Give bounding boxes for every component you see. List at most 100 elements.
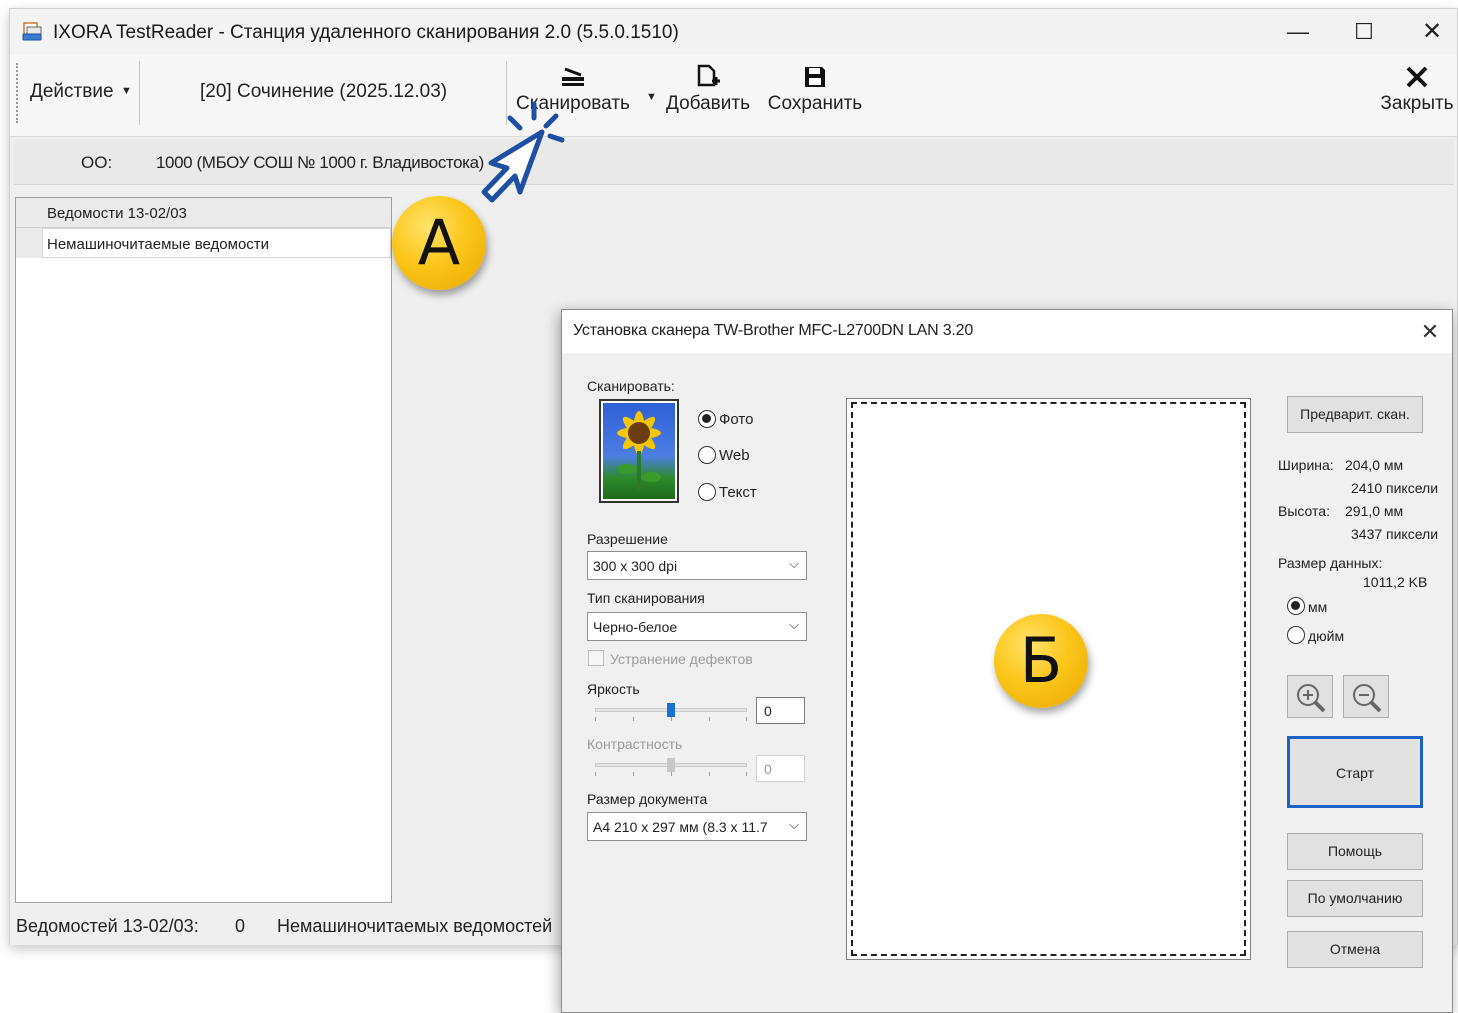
slider-tick [746, 772, 747, 776]
title-bar: IXORA TestReader - Станция удаленного ск… [10, 9, 1457, 55]
chevron-down-icon[interactable]: ▼ [646, 91, 657, 103]
window-title: IXORA TestReader - Станция удаленного ск… [53, 22, 679, 43]
list-item[interactable]: Немашиночитаемые ведомости [42, 228, 391, 258]
annotation-badge-b: Б [994, 614, 1088, 708]
radio-inch[interactable] [1287, 626, 1305, 644]
zoom-out-button[interactable] [1343, 675, 1389, 718]
brightness-label: Яркость [587, 681, 640, 697]
radio-text-label[interactable]: Текст [719, 484, 757, 501]
radio-inch-label[interactable]: дюйм [1308, 628, 1344, 644]
status-label: Ведомостей 13-02/03: [16, 916, 199, 936]
radio-photo[interactable] [698, 410, 716, 428]
slider-thumb[interactable] [667, 703, 675, 717]
org-bar: ОО: 1000 (МБОУ СОШ № 1000 г. Владивосток… [14, 139, 1454, 185]
doc-size-label: Размер документа [587, 791, 708, 807]
contrast-input[interactable]: 0 [756, 755, 805, 782]
slider-tick [633, 717, 634, 721]
data-size-value: 1011,2 KB [1363, 574, 1428, 590]
window-close-button[interactable]: ✕ [1418, 19, 1446, 45]
radio-mm[interactable] [1287, 597, 1305, 615]
start-button[interactable]: Старт [1287, 736, 1423, 808]
doc-size-select[interactable]: A4 210 x 297 мм (8.3 x 11.7 ⌵ [587, 812, 807, 841]
scan-type-select[interactable]: Черно-белое ⌵ [587, 612, 807, 641]
radio-web-label[interactable]: Web [719, 447, 750, 464]
dialog-close-button[interactable]: ✕ [1417, 319, 1443, 345]
close-button-label: Закрыть [1380, 93, 1454, 114]
dialog-title: Установка сканера TW-Brother MFC-L2700DN… [573, 322, 974, 339]
height-mm-value: 291,0 мм [1345, 503, 1404, 519]
width-px-value: 2410 пиксели [1351, 480, 1439, 496]
radio-photo-label[interactable]: Фото [719, 411, 753, 428]
document-label: [20] Сочинение (2025.12.03) [200, 81, 448, 102]
slider-thumb[interactable] [667, 758, 675, 772]
resolution-label: Разрешение [587, 531, 668, 547]
slider-tick [595, 772, 596, 776]
defects-label: Устранение дефектов [610, 651, 753, 667]
scanner-app-icon [22, 22, 42, 41]
toolbar-separator [139, 61, 140, 125]
status-label: Немашиночитаемых ведомостей [277, 916, 553, 936]
add-button-label: Добавить [666, 93, 750, 114]
data-size-label: Размер данных: [1278, 555, 1383, 571]
contrast-value: 0 [764, 761, 772, 777]
height-label: Высота: [1278, 503, 1330, 519]
contrast-slider[interactable] [595, 758, 747, 778]
close-button[interactable]: Закрыть [1378, 55, 1456, 133]
brightness-value: 0 [764, 703, 772, 719]
width-mm-value: 204,0 мм [1345, 457, 1404, 473]
action-menu[interactable]: Действие [30, 81, 114, 103]
chevron-down-icon: ⌵ [789, 617, 799, 632]
save-button-label: Сохранить [767, 93, 863, 114]
add-document-icon [697, 64, 720, 87]
chevron-down-icon: ⌵ [789, 817, 799, 832]
cancel-button[interactable]: Отмена [1287, 931, 1423, 968]
slider-tick [709, 772, 710, 776]
radio-mm-label[interactable]: мм [1308, 599, 1327, 615]
brightness-slider[interactable] [595, 703, 747, 723]
annotation-badge-a: А [392, 196, 486, 290]
org-label: ОО: [81, 153, 113, 172]
list-row-gutter [16, 228, 42, 258]
slider-tick [633, 772, 634, 776]
zoom-out-icon [1353, 684, 1382, 713]
zoom-in-icon [1297, 684, 1326, 713]
close-icon [1406, 66, 1428, 88]
slider-tick [595, 717, 596, 721]
brightness-input[interactable]: 0 [756, 697, 805, 724]
toolbar-grip[interactable] [16, 63, 18, 123]
slider-tick [671, 717, 672, 721]
slider-tick [746, 717, 747, 721]
list-item[interactable]: Ведомости 13-02/03 [16, 198, 391, 228]
doc-size-value: A4 210 x 297 мм (8.3 x 11.7 [593, 819, 768, 835]
scanner-icon [562, 67, 584, 86]
radio-web[interactable] [698, 446, 716, 464]
save-button[interactable]: Сохранить [762, 55, 868, 133]
height-px-value: 3437 пиксели [1351, 526, 1439, 542]
dialog-title-bar: Установка сканера TW-Brother MFC-L2700DN… [562, 310, 1452, 353]
sunflower-photo-icon [599, 399, 679, 503]
floppy-disk-icon [805, 67, 825, 87]
list-item-label: Ведомости 13-02/03 [47, 205, 187, 222]
list-item-label: Немашиночитаемые ведомости [47, 236, 270, 253]
slider-tick [671, 772, 672, 776]
radio-text[interactable] [698, 483, 716, 501]
chevron-down-icon[interactable]: ▼ [121, 85, 132, 97]
maximize-button[interactable]: ☐ [1350, 19, 1378, 45]
status-value: 0 [235, 916, 246, 936]
chevron-down-icon: ⌵ [789, 556, 799, 571]
default-button[interactable]: По умолчанию [1287, 880, 1423, 917]
contrast-label: Контрастность [587, 736, 683, 752]
help-button[interactable]: Помощь [1287, 833, 1423, 870]
zoom-in-button[interactable] [1287, 675, 1333, 718]
defects-checkbox[interactable] [588, 650, 604, 666]
prescan-button[interactable]: Предварит. скан. [1287, 396, 1423, 433]
slider-tick [709, 717, 710, 721]
scan-type-label: Тип сканирования [587, 590, 705, 606]
add-button[interactable]: Добавить [660, 55, 756, 133]
minimize-button[interactable]: — [1284, 19, 1312, 45]
sheet-list: Ведомости 13-02/03 Немашиночитаемые ведо… [15, 197, 392, 903]
resolution-select[interactable]: 300 x 300 dpi ⌵ [587, 551, 807, 580]
toolbar: Действие ▼ [20] Сочинение (2025.12.03) С… [10, 55, 1457, 137]
scan-type-value: Черно-белое [593, 619, 678, 635]
width-label: Ширина: [1278, 457, 1334, 473]
